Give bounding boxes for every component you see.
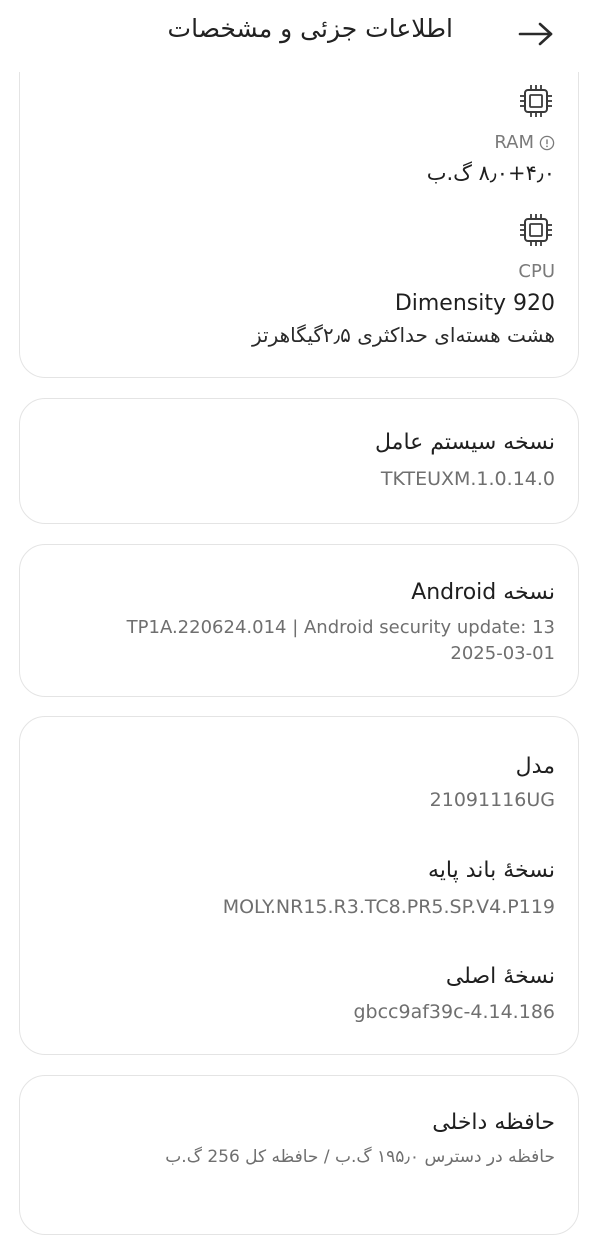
cpu-detail: هشت هسته‌ای حداکثری ۲٫۵گیگاهرتز xyxy=(252,323,555,347)
cpu-name: Dimensity 920 xyxy=(394,291,555,316)
storage-card[interactable]: حافظه داخلی حافظه در دسترس ۱۹۵٫۰ گ.ب / ح… xyxy=(19,1075,579,1235)
storage-detail: حافظه در دسترس ۱۹۵٫۰ گ.ب / حافظه کل 256 … xyxy=(165,1147,555,1167)
back-button[interactable] xyxy=(512,14,560,54)
android-version-title: نسخه Android xyxy=(411,580,555,605)
baseband-title: نسخهٔ باند پایه xyxy=(428,858,555,883)
ram-label-row: RAM xyxy=(494,132,555,153)
storage-title: حافظه داخلی xyxy=(432,1110,555,1135)
model-title: مدل xyxy=(515,754,555,779)
ram-chip-icon xyxy=(520,85,552,117)
model-value[interactable]: 21091116UG xyxy=(430,789,555,811)
ram-value: ۸٫۰+۴٫۰ گ.ب xyxy=(426,161,555,185)
kernel-title: نسخهٔ اصلی xyxy=(445,964,555,989)
info-icon[interactable] xyxy=(539,135,555,151)
arrow-right-icon xyxy=(518,22,553,46)
ram-label: RAM xyxy=(494,132,534,153)
android-security-line: TP1A.220624.014 | Android security updat… xyxy=(126,617,555,638)
os-version-card[interactable]: نسخه سیستم عامل TKTEUXM.1.0.14.0 xyxy=(19,398,579,524)
android-version-card[interactable]: نسخه Android TP1A.220624.014 | Android s… xyxy=(19,544,579,697)
cpu-chip-icon xyxy=(520,214,552,246)
baseband-value: MOLY.NR15.R3.TC8.PR5.SP.V4.P119 xyxy=(222,896,555,918)
device-info-card: مدل 21091116UG نسخهٔ باند پایه MOLY.NR15… xyxy=(19,716,579,1055)
kernel-value: gbcc9af39c-4.14.186 xyxy=(353,1001,555,1023)
specs-card: RAM ۸٫۰+۴٫۰ گ.ب CPU Dimensity 920 هشت هس… xyxy=(19,72,579,378)
android-security-date: 2025-03-01 xyxy=(450,643,555,664)
os-version-title: نسخه سیستم عامل xyxy=(375,430,555,455)
os-version-value: TKTEUXM.1.0.14.0 xyxy=(380,468,555,490)
top-bar: اطلاعات جزئی و مشخصات xyxy=(0,0,591,68)
page-title: اطلاعات جزئی و مشخصات xyxy=(167,14,453,43)
cpu-label: CPU xyxy=(518,261,555,282)
